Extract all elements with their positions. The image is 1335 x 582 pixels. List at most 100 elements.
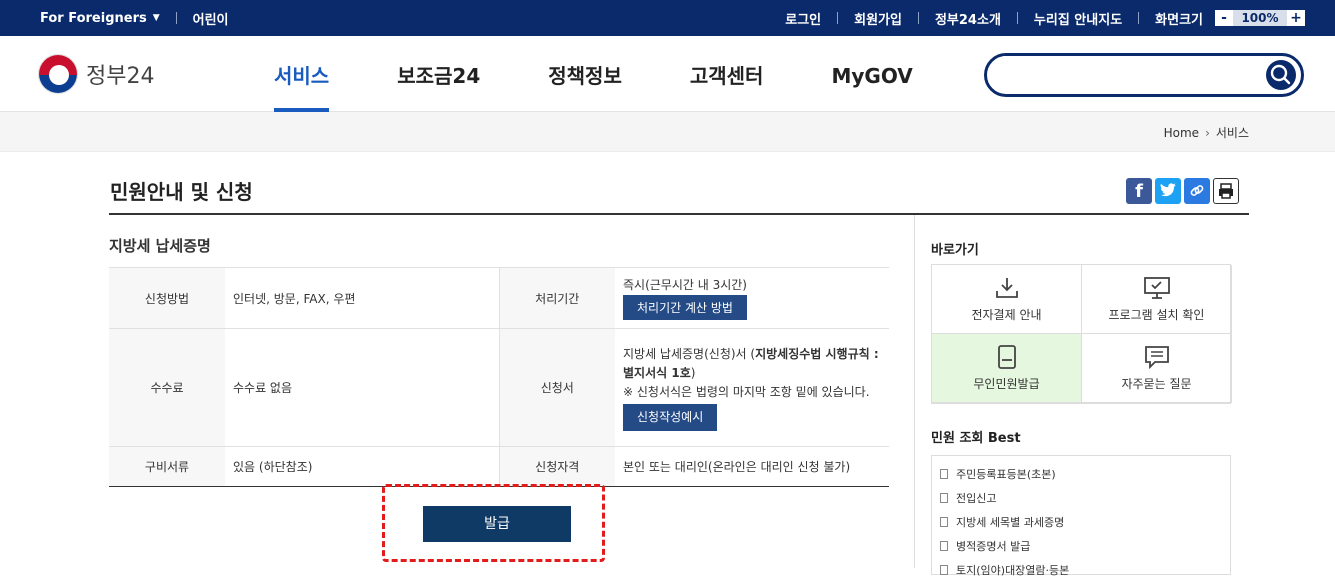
quick-link-kiosk[interactable]: 무인민원발급 bbox=[932, 334, 1082, 403]
divider bbox=[917, 12, 919, 24]
zoom-out-button[interactable]: - bbox=[1215, 10, 1233, 26]
list-item[interactable]: 토지(임야)대장열람·등본 bbox=[940, 558, 1222, 582]
table-header-cell: 신청방법 bbox=[109, 267, 225, 329]
speech-bubble-icon bbox=[1144, 345, 1169, 369]
divider bbox=[1138, 12, 1140, 24]
table-row: 신청방법 인터넷, 방문, FAX, 우편 처리기간 즉시(근무시간 내 3시간… bbox=[109, 267, 889, 329]
monitor-check-icon bbox=[1143, 276, 1170, 299]
nav-subsidy[interactable]: 보조금24 bbox=[363, 36, 514, 112]
kids-link[interactable]: 어린이 bbox=[193, 9, 229, 28]
document-icon bbox=[940, 469, 948, 479]
quick-link-label: 자주묻는 질문 bbox=[1121, 376, 1192, 391]
issue-button[interactable]: 발급 bbox=[423, 506, 571, 542]
download-icon bbox=[995, 277, 1018, 298]
zoom-in-button[interactable]: + bbox=[1287, 10, 1305, 26]
table-cell: 인터넷, 방문, FAX, 우편 bbox=[225, 267, 499, 329]
zoom-label: 화면크기 bbox=[1155, 12, 1203, 28]
quick-link-label: 프로그램 설치 확인 bbox=[1108, 307, 1205, 322]
main-content: 지방세 납세증명 신청방법 인터넷, 방문, FAX, 우편 처리기간 즉시(근… bbox=[109, 215, 915, 568]
quick-links-title: 바로가기 bbox=[931, 243, 979, 258]
processing-time-calc-button[interactable]: 처리기간 계산 방법 bbox=[623, 295, 747, 320]
print-icon[interactable] bbox=[1213, 178, 1239, 204]
best-list-title: 민원 조회 Best bbox=[931, 431, 1021, 446]
facebook-icon[interactable]: f bbox=[1126, 178, 1152, 204]
quick-links-grid: 전자결제 안내 프로그램 설치 확인 무인민원발급 자주묻는 질문 bbox=[931, 264, 1232, 404]
breadcrumb-current[interactable]: 서비스 bbox=[1216, 124, 1249, 141]
signup-link[interactable]: 회원가입 bbox=[854, 9, 902, 28]
kiosk-icon bbox=[997, 344, 1016, 369]
service-title: 지방세 납세증명 bbox=[109, 237, 211, 255]
table-cell: 지방세 납세증명(신청)서 (지방세징수법 시행규칙 : 별지서식 1호) ※ … bbox=[615, 328, 889, 447]
table-row: 구비서류 있음 (하단참조) 신청자격 본인 또는 대리인(온라인은 대리인 신… bbox=[109, 446, 889, 487]
table-row: 수수료 수수료 없음 신청서 지방세 납세증명(신청)서 (지방세징수법 시행규… bbox=[109, 328, 889, 447]
breadcrumb-home[interactable]: Home bbox=[1164, 126, 1199, 140]
logo-text: 정부24 bbox=[86, 64, 155, 89]
breadcrumb-band: Home › 서비스 bbox=[0, 112, 1335, 152]
quick-link-label: 전자결제 안내 bbox=[971, 307, 1042, 322]
form-example-button[interactable]: 신청작성예시 bbox=[623, 403, 718, 431]
nav-service[interactable]: 서비스 bbox=[240, 36, 363, 112]
list-item-label: 지방세 세목별 과세증명 bbox=[956, 516, 1065, 529]
list-item-label: 주민등록표등본(초본) bbox=[956, 468, 1056, 481]
quick-link-program-check[interactable]: 프로그램 설치 확인 bbox=[1082, 265, 1232, 334]
main-header: 정부24 서비스 보조금24 정책정보 고객센터 MyGOV bbox=[0, 36, 1335, 112]
quick-link-faq[interactable]: 자주묻는 질문 bbox=[1082, 334, 1232, 403]
dropdown-caret-icon[interactable]: ▼ bbox=[153, 13, 160, 23]
zoom-control: - 100% + bbox=[1215, 10, 1305, 26]
quick-link-label: 무인민원발급 bbox=[973, 376, 1040, 391]
search-icon bbox=[1270, 64, 1291, 85]
document-icon bbox=[940, 493, 948, 503]
site-logo[interactable]: 정부24 bbox=[38, 54, 154, 94]
document-icon bbox=[940, 517, 948, 527]
form-note-text: ※ 신청서식은 법령의 마지막 조항 밑에 있습니다. bbox=[623, 384, 870, 399]
login-link[interactable]: 로그인 bbox=[785, 9, 821, 28]
best-list: 주민등록표등본(초본) 전입신고 지방세 세목별 과세증명 병적증명서 발급 토… bbox=[931, 455, 1231, 577]
sidebar: 바로가기 전자결제 안내 프로그램 설치 확인 무인민원발급 자주묻는 질문 민… bbox=[931, 215, 1251, 577]
form-name-text: 지방세 납세증명(신청)서 ( bbox=[623, 346, 756, 361]
page-title: 민원안내 및 신청 bbox=[110, 180, 253, 204]
table-header-cell: 구비서류 bbox=[109, 446, 225, 487]
sitemap-link[interactable]: 누리집 안내지도 bbox=[1034, 9, 1122, 28]
search-button[interactable] bbox=[1266, 60, 1296, 90]
nav-policy[interactable]: 정책정보 bbox=[514, 36, 656, 112]
share-tools: f bbox=[1126, 178, 1239, 204]
nav-customer-center[interactable]: 고객센터 bbox=[656, 36, 798, 112]
table-cell: 있음 (하단참조) bbox=[225, 446, 499, 487]
taegeuk-logo-icon bbox=[38, 54, 78, 94]
twitter-icon[interactable] bbox=[1155, 178, 1181, 204]
nav-mygov[interactable]: MyGOV bbox=[797, 36, 946, 112]
chevron-right-icon: › bbox=[1205, 125, 1210, 140]
processing-time-text: 즉시(근무시간 내 3시간) bbox=[623, 278, 747, 292]
service-info-table: 신청방법 인터넷, 방문, FAX, 우편 처리기간 즉시(근무시간 내 3시간… bbox=[109, 267, 889, 487]
document-icon bbox=[940, 541, 948, 551]
divider bbox=[1016, 12, 1018, 24]
list-item-label: 병적증명서 발급 bbox=[956, 540, 1031, 553]
table-cell: 본인 또는 대리인(온라인은 대리인 신청 불가) bbox=[615, 446, 889, 487]
link-copy-icon[interactable] bbox=[1184, 178, 1210, 204]
about-link[interactable]: 정부24소개 bbox=[935, 9, 1001, 28]
divider bbox=[175, 12, 177, 24]
quick-link-payment[interactable]: 전자결제 안내 bbox=[932, 265, 1082, 334]
list-item[interactable]: 주민등록표등본(초본) bbox=[940, 462, 1222, 486]
global-navigation: 서비스 보조금24 정책정보 고객센터 MyGOV bbox=[240, 36, 947, 112]
form-name-close: ) bbox=[690, 365, 696, 380]
search-box bbox=[984, 53, 1304, 97]
table-header-cell: 신청자격 bbox=[498, 446, 615, 487]
table-cell: 수수료 없음 bbox=[225, 328, 499, 447]
list-item[interactable]: 전입신고 bbox=[940, 486, 1222, 510]
list-item[interactable]: 지방세 세목별 과세증명 bbox=[940, 510, 1222, 534]
document-icon bbox=[940, 565, 948, 575]
search-input[interactable] bbox=[1003, 56, 1263, 92]
table-header-cell: 처리기간 bbox=[498, 267, 615, 329]
top-utility-bar: For Foreigners ▼ 어린이 로그인 회원가입 정부24소개 누리집… bbox=[0, 0, 1335, 36]
divider bbox=[837, 12, 839, 24]
for-foreigners-link[interactable]: For Foreigners bbox=[40, 11, 147, 26]
zoom-value: 100% bbox=[1233, 10, 1287, 26]
list-item-label: 전입신고 bbox=[956, 492, 997, 505]
table-header-cell: 수수료 bbox=[109, 328, 225, 447]
table-cell: 즉시(근무시간 내 3시간) 처리기간 계산 방법 bbox=[615, 267, 889, 329]
list-item-label: 토지(임야)대장열람·등본 bbox=[956, 564, 1070, 577]
table-header-cell: 신청서 bbox=[498, 328, 615, 447]
breadcrumb: Home › 서비스 bbox=[1164, 124, 1249, 141]
list-item[interactable]: 병적증명서 발급 bbox=[940, 534, 1222, 558]
